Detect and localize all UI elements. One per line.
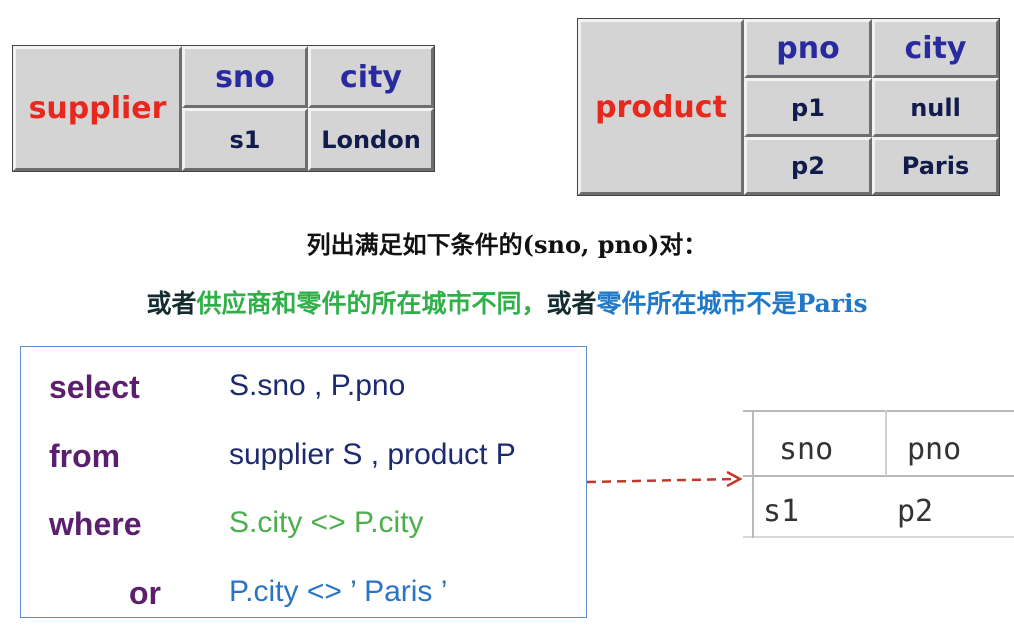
- supplier-table-name: supplier: [13, 46, 182, 171]
- sql-where-keyword: where: [49, 506, 142, 542]
- supplier-header-sno: sno: [182, 46, 308, 108]
- product-cell-p1-city: null: [872, 78, 999, 137]
- sql-query-box: select S.sno , P.pno from supplier S , p…: [20, 346, 587, 618]
- sql-select-columns: S.sno , P.pno: [229, 369, 406, 402]
- product-cell-p2-city: Paris: [872, 137, 999, 195]
- prompt-part-3: 或者: [546, 289, 597, 318]
- query-result-grid: sno pno s1 p2: [743, 410, 1014, 538]
- sql-from-tables: supplier S , product P: [229, 438, 516, 471]
- prompt-line-2: 或者供应商和零件的所在城市不同，或者零件所在城市不是Paris: [0, 284, 1014, 320]
- prompt-part-4: 零件所在城市不是Paris: [596, 289, 868, 318]
- result-arrow: [586, 470, 743, 488]
- result-header-sno: sno: [779, 432, 834, 467]
- prompt-part-2: 供应商和零件的所在城市不同，: [196, 289, 547, 318]
- result-cell-pno: p2: [897, 494, 934, 529]
- supplier-cell-sno: s1: [182, 108, 308, 171]
- product-header-city: city: [872, 19, 999, 78]
- supplier-header-city: city: [308, 46, 434, 108]
- product-header-pno: pno: [744, 19, 872, 78]
- supplier-cell-city: London: [308, 108, 434, 171]
- sql-select-keyword: select: [49, 369, 140, 405]
- sql-or-keyword: or: [129, 575, 161, 611]
- product-table-name: product: [578, 19, 744, 195]
- sql-where-condition: S.city <> P.city: [229, 506, 424, 539]
- result-cell-sno: s1: [763, 494, 800, 529]
- result-header-pno: pno: [907, 432, 962, 467]
- sql-or-condition: P.city <> ’ Paris ’: [229, 575, 448, 608]
- prompt-part-1: 或者: [146, 289, 197, 318]
- product-cell-p1: p1: [744, 78, 872, 137]
- prompt-line-1: 列出满足如下条件的(sno, pno)对：: [306, 230, 708, 259]
- product-cell-p2: p2: [744, 137, 872, 195]
- sql-from-keyword: from: [49, 438, 121, 474]
